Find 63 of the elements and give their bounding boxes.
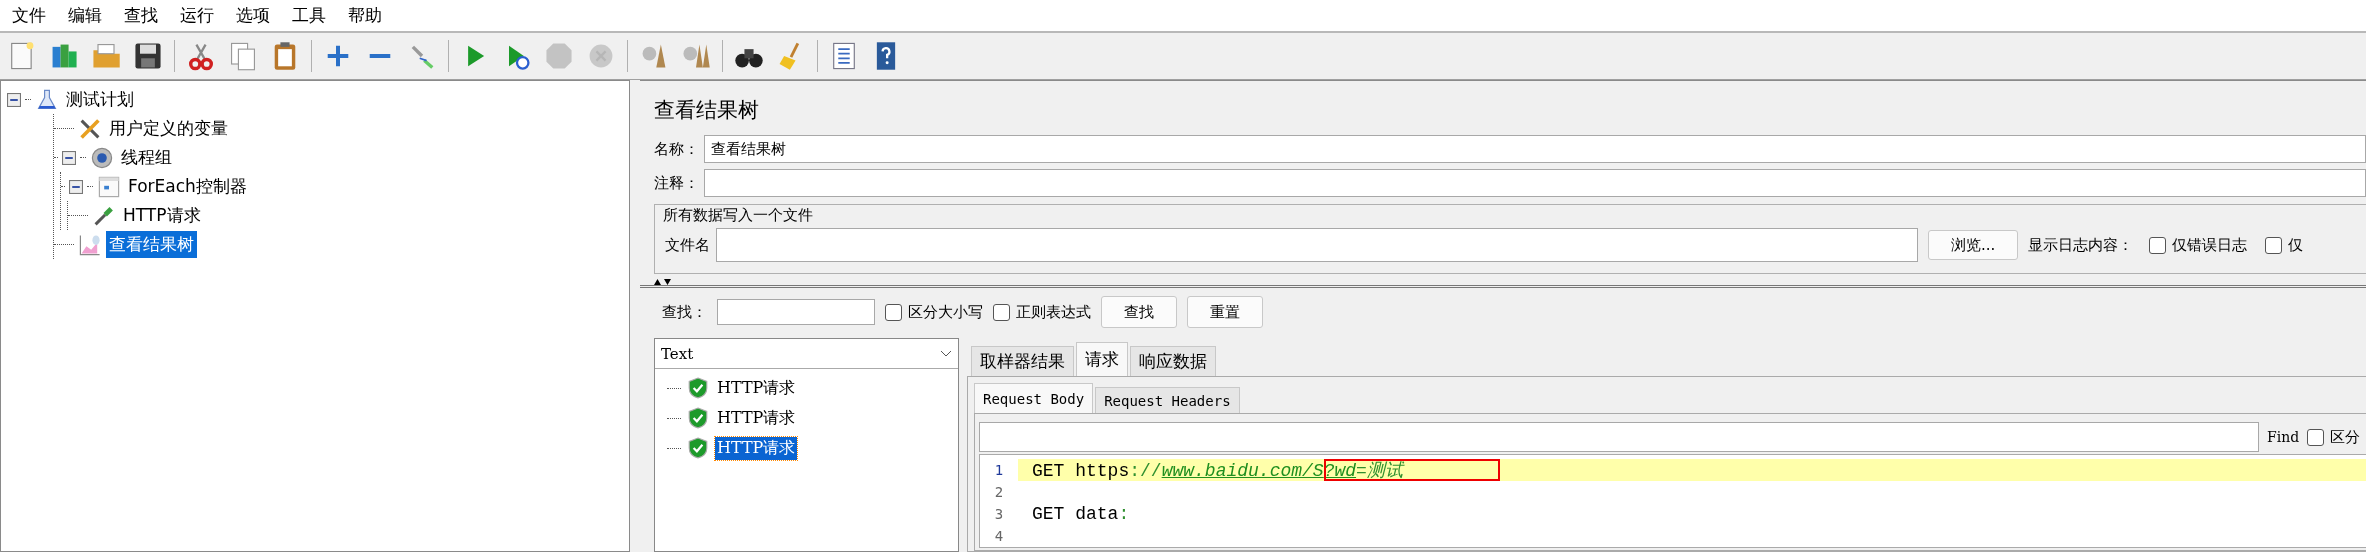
tab[interactable]: Request Headers — [1095, 387, 1240, 413]
result-item[interactable]: HTTP请求 — [715, 436, 798, 460]
search-field[interactable] — [717, 299, 875, 325]
tree-item[interactable]: ForEach控制器 — [125, 173, 250, 200]
code-line: GET https://www.baidu.com/S?wd=测试 — [1032, 460, 1403, 482]
name-field[interactable]: 查看结果树 — [704, 135, 2366, 163]
checkbox-label: 正则表达式 — [1016, 302, 1091, 322]
field-label: 名称： — [654, 139, 696, 159]
checkbox-label: 仅错误日志 — [2172, 235, 2248, 255]
menu-item[interactable]: 工具 — [284, 4, 340, 27]
menu-item[interactable]: 帮助 — [340, 4, 396, 27]
success-shield-icon — [687, 407, 709, 429]
menu-item[interactable]: 编辑 — [60, 4, 116, 27]
tree-item[interactable]: 线程组 — [118, 144, 175, 171]
comment-field[interactable] — [704, 169, 2366, 197]
checkbox-label: 仅 — [2288, 235, 2304, 255]
collapse-icon[interactable] — [62, 150, 76, 165]
field-label: 文件名 — [665, 235, 710, 255]
tree-item[interactable]: HTTP请求 — [120, 202, 204, 229]
log-label: 显示日志内容： — [2028, 235, 2134, 255]
chevron-down-icon — [940, 349, 952, 358]
field-label: 注释： — [654, 173, 696, 193]
checkbox[interactable] — [993, 303, 1010, 321]
tab[interactable]: 请求 — [1076, 342, 1128, 376]
collapse-icon[interactable] — [7, 92, 21, 107]
find-label: Find — [2267, 429, 2300, 445]
checkbox[interactable] — [885, 303, 902, 321]
menu-item[interactable]: 运行 — [172, 4, 228, 27]
panel-title: 查看结果树 — [653, 97, 760, 124]
tab[interactable]: 取样器结果 — [971, 346, 1074, 376]
tree-item[interactable]: 用户定义的变量 — [106, 115, 231, 142]
checkbox-label: 区分 — [2330, 427, 2361, 447]
chart-icon — [78, 232, 102, 257]
tree-item[interactable]: 查看结果树 — [106, 231, 197, 258]
checkbox-label: 区分大小写 — [908, 302, 983, 322]
tab[interactable]: Request Body — [974, 383, 1094, 413]
save-icon[interactable] — [132, 40, 164, 72]
search-label: 查找： — [662, 302, 707, 322]
search-button[interactable]: 查找 — [1101, 296, 1177, 328]
renderer-dropdown[interactable]: Text — [655, 339, 958, 369]
flask-icon — [35, 87, 59, 112]
split-arrows-icon[interactable] — [654, 278, 672, 285]
menu-item[interactable]: 查找 — [116, 4, 172, 27]
success-shield-icon — [687, 377, 709, 399]
checkbox[interactable] — [2265, 236, 2283, 254]
code-line: GET data: — [1032, 504, 1130, 524]
tree-item[interactable]: 测试计划 — [63, 86, 137, 113]
result-item[interactable]: HTTP请求 — [715, 406, 798, 430]
checkbox[interactable] — [2149, 236, 2167, 254]
gear-icon — [90, 145, 114, 170]
find-field[interactable] — [979, 422, 2259, 452]
collapse-icon[interactable] — [69, 179, 83, 194]
file-name-field[interactable] — [716, 228, 1918, 262]
menu-item[interactable]: 选项 — [228, 4, 284, 27]
checkbox[interactable] — [2307, 428, 2325, 446]
tab[interactable]: 响应数据 — [1130, 346, 1216, 376]
group-title: 所有数据写入一个文件 — [661, 206, 815, 225]
window-icon — [97, 174, 121, 199]
browse-button[interactable]: 浏览... — [1928, 230, 2019, 260]
menu-item[interactable]: 文件 — [4, 4, 60, 27]
result-item[interactable]: HTTP请求 — [715, 376, 798, 400]
success-shield-icon — [687, 437, 709, 459]
search-button[interactable]: 重置 — [1187, 296, 1263, 328]
